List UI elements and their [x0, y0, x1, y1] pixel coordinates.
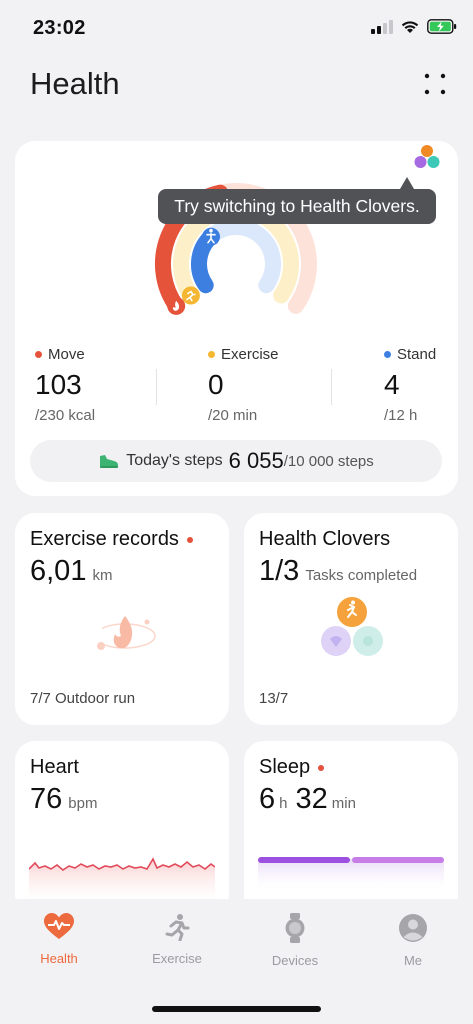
standing-person-icon — [202, 227, 220, 246]
clovers-tooltip[interactable]: Try switching to Health Clovers. — [158, 189, 436, 224]
new-indicator-dot — [318, 764, 325, 771]
steps-value: 6 055 — [228, 448, 284, 473]
heart-rate-tile[interactable]: Heart 76 bpm — [15, 741, 229, 916]
health-clovers-icon — [321, 597, 383, 656]
move-goal: /230 kcal — [35, 407, 96, 424]
sleep-hours: 6 — [259, 783, 276, 815]
stand-value: 4 — [384, 369, 400, 400]
divider — [156, 369, 157, 405]
steps-goal: /10 000 steps — [283, 452, 374, 470]
wifi-icon — [401, 20, 419, 33]
running-icon — [181, 286, 200, 305]
health-clovers-title: Health Clovers — [259, 528, 391, 550]
sleep-tile[interactable]: Sleep 6 h 32 min — [244, 741, 458, 916]
running-icon — [165, 914, 190, 941]
stand-metric: Stand 4 /12 h — [384, 346, 436, 424]
heart-rate-unit: bpm — [68, 795, 98, 812]
heart-pulse-icon — [44, 913, 74, 939]
heart-rate-graph — [29, 857, 215, 903]
stand-goal: /12 h — [384, 407, 418, 424]
heart-title: Heart — [30, 756, 79, 778]
page-title: Health — [30, 66, 120, 101]
signal-icon — [371, 19, 393, 34]
exercise-value: 0 — [208, 369, 224, 400]
exercise-records-title: Exercise records — [30, 528, 179, 550]
health-clovers-switch-button[interactable] — [399, 141, 458, 177]
exercise-distance: 6,01 — [30, 555, 87, 587]
shoe-icon — [100, 455, 119, 468]
move-metric: Move 103 /230 kcal — [35, 346, 95, 424]
tooltip-arrow — [400, 177, 414, 189]
tab-devices[interactable]: Devices — [236, 913, 354, 968]
tab-devices-label: Devices — [271, 953, 319, 968]
move-label: Move — [48, 346, 85, 363]
fire-icon — [167, 296, 186, 315]
new-indicator-dot — [186, 536, 193, 543]
tab-me[interactable]: Me — [354, 913, 472, 968]
clovers-tasks-label: Tasks completed — [305, 567, 418, 584]
profile-icon — [399, 914, 427, 942]
sleep-minutes: 32 — [295, 783, 328, 815]
running-fire-icon — [94, 616, 156, 650]
exercise-metric: Exercise 0 /20 min — [208, 346, 279, 424]
move-value: 103 — [35, 369, 82, 400]
status-time: 23:02 — [33, 17, 86, 39]
exercise-label: Exercise — [221, 346, 279, 363]
sleep-minutes-unit: min — [331, 795, 356, 812]
exercise-distance-unit: km — [92, 567, 113, 584]
activity-rings — [155, 183, 317, 315]
status-bar: 23:02 — [0, 0, 473, 58]
clover-icon — [414, 145, 440, 168]
activity-rings-card[interactable]: Try switching to Health Clovers. Move 10… — [15, 141, 458, 496]
tab-me-label: Me — [403, 953, 423, 968]
steps-label: Today's steps — [126, 452, 223, 469]
exercise-dot — [208, 351, 215, 358]
stand-dot — [384, 351, 391, 358]
todays-steps-pill[interactable]: Today's steps 6 055/10 000 steps — [30, 440, 442, 482]
last-workout: 7/7 Outdoor run — [30, 690, 136, 707]
exercise-goal: /20 min — [208, 407, 258, 424]
divider — [331, 369, 332, 405]
tab-health[interactable]: Health — [0, 913, 118, 966]
stand-label: Stand — [397, 346, 437, 363]
four-dots-icon — [424, 73, 446, 95]
more-options-button[interactable] — [423, 72, 447, 96]
sleep-title: Sleep — [259, 756, 311, 778]
heart-rate-value: 76 — [30, 783, 63, 815]
health-clovers-tile[interactable]: Health Clovers 1/3 Tasks completed 13/7 — [244, 513, 458, 725]
tab-health-label: Health — [40, 951, 78, 966]
exercise-records-tile[interactable]: Exercise records 6,01 km 7/7 Outdoor run — [15, 513, 229, 725]
tab-exercise[interactable]: Exercise — [118, 913, 236, 966]
watch-icon — [285, 913, 305, 943]
clovers-tasks-count: 1/3 — [259, 555, 300, 587]
status-icons — [371, 19, 457, 34]
clovers-date: 13/7 — [259, 690, 289, 707]
tab-exercise-label: Exercise — [152, 951, 202, 966]
sleep-hours-unit: h — [279, 795, 288, 812]
move-dot — [35, 351, 42, 358]
sleep-stages-graph — [258, 857, 444, 889]
home-indicator — [152, 1006, 321, 1012]
battery-charging-icon — [427, 19, 457, 34]
